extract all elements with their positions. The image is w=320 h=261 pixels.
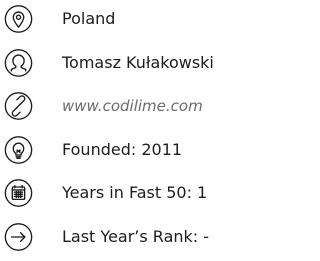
arrow-right-icon	[4, 223, 33, 252]
location-pin-icon	[4, 5, 33, 34]
website-link[interactable]: www.codilime.com	[62, 96, 203, 116]
ceo-row: Tomasz Kułakowski	[0, 43, 242, 83]
website-row[interactable]: www.codilime.com	[0, 86, 242, 126]
founded-text: Founded: 2011	[62, 140, 183, 159]
years-in-fast50-text: Years in Fast 50: 1	[62, 183, 208, 202]
link-icon	[4, 92, 33, 121]
lightbulb-icon	[4, 136, 33, 165]
ceo-name: Tomasz Kułakowski	[62, 53, 214, 72]
location-row: Poland	[0, 0, 242, 39]
founded-row: Founded: 2011	[0, 130, 242, 170]
person-icon	[4, 49, 33, 78]
company-info-list: Poland Tomasz Kułakowski www.codilime.co…	[0, 0, 242, 261]
calendar-icon	[4, 179, 33, 208]
years-in-fast50-row: Years in Fast 50: 1	[0, 173, 242, 213]
last-year-rank-row: Last Year’s Rank: -	[0, 217, 242, 257]
last-year-rank-text: Last Year’s Rank: -	[62, 227, 210, 246]
location-text: Poland	[62, 9, 116, 28]
